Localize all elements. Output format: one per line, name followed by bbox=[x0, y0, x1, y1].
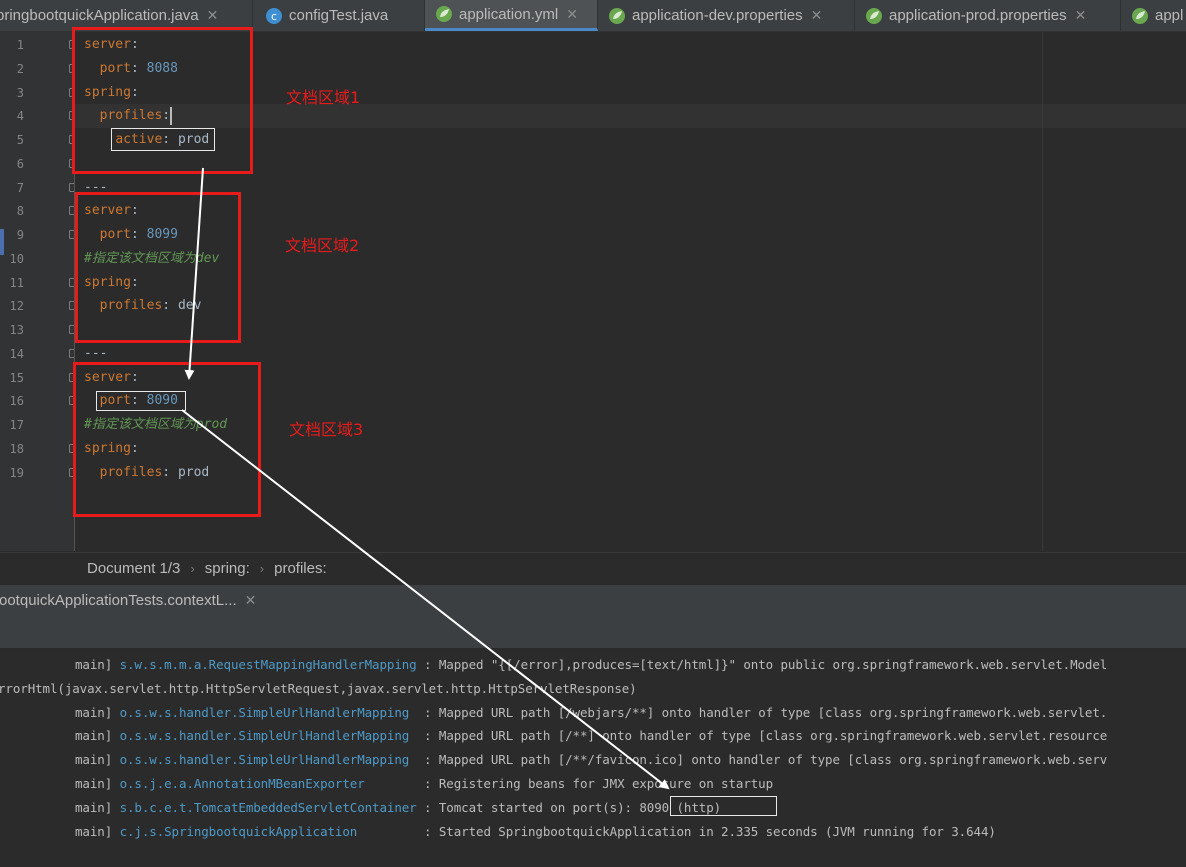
console-logger: o.s.w.s.handler.SimpleUrlHandlerMapping bbox=[119, 728, 410, 744]
right-margin-guide bbox=[1042, 32, 1043, 551]
console-logger: o.s.j.e.a.AnnotationMBeanExporter bbox=[119, 776, 365, 791]
breadcrumb-profiles[interactable]: profiles: bbox=[274, 560, 327, 577]
console-thread: main] bbox=[75, 704, 113, 720]
tab-application-yml[interactable]: application.yml ✕ bbox=[425, 0, 598, 31]
line-number: 15 bbox=[9, 370, 24, 385]
console-line: main] o.s.j.e.a.AnnotationMBeanExporter … bbox=[75, 772, 773, 796]
line-number: 3 bbox=[16, 85, 24, 100]
spring-leaf-icon bbox=[865, 7, 883, 25]
line-number: 7 bbox=[16, 180, 24, 195]
line-number: 18 bbox=[9, 441, 24, 456]
line-number: 12 bbox=[9, 299, 24, 314]
console-thread: main] bbox=[75, 752, 113, 768]
region-box-2 bbox=[75, 192, 241, 343]
close-icon[interactable]: ✕ bbox=[811, 7, 823, 24]
console-logger: o.s.w.s.handler.SimpleUrlHandlerMapping bbox=[119, 704, 410, 720]
tab-label: appl bbox=[1155, 7, 1184, 24]
console-logger: s.w.s.m.m.a.RequestMappingHandlerMapping bbox=[119, 657, 417, 672]
line-number: 19 bbox=[9, 465, 24, 480]
console-message: : Mapped URL path [/webjars/**] onto han… bbox=[409, 704, 1108, 720]
console-text: rrorHtml(javax.servlet.http.HttpServletR… bbox=[0, 680, 637, 696]
chevron-right-icon: › bbox=[259, 561, 265, 576]
java-class-icon: c bbox=[265, 7, 283, 25]
console-logger: c.j.s.SpringbootquickApplication bbox=[119, 823, 358, 839]
line-number: 16 bbox=[9, 394, 24, 409]
console-message: : Mapped URL path [/**] onto handler of … bbox=[409, 728, 1108, 744]
line-number: 4 bbox=[16, 109, 24, 124]
close-icon[interactable]: ✕ bbox=[207, 7, 219, 24]
close-icon[interactable]: ✕ bbox=[1075, 7, 1087, 24]
console-line: main] s.w.s.m.m.a.RequestMappingHandlerM… bbox=[75, 653, 1107, 677]
console-logger: s.b.c.e.t.TomcatEmbeddedServletContainer bbox=[119, 799, 417, 815]
close-icon[interactable]: ✕ bbox=[566, 6, 578, 23]
region-box-1 bbox=[72, 27, 253, 174]
console-line: main] o.s.w.s.handler.SimpleUrlHandlerMa… bbox=[75, 724, 1107, 748]
console-thread: main] bbox=[75, 657, 113, 672]
line-number: 9 bbox=[16, 228, 24, 242]
console-thread: main] bbox=[75, 823, 113, 839]
tab-application-overflow[interactable]: appl bbox=[1121, 0, 1186, 31]
region-box-3 bbox=[73, 362, 261, 517]
line-number: 10 bbox=[9, 251, 24, 266]
spring-leaf-icon bbox=[1131, 7, 1149, 25]
console-message: : Started SpringbootquickApplication in … bbox=[357, 823, 996, 839]
tab-configtest-java[interactable]: c configTest.java bbox=[255, 0, 425, 31]
line-number: 11 bbox=[9, 275, 24, 290]
console-thread: main] bbox=[75, 799, 113, 815]
line-number: 13 bbox=[9, 323, 24, 337]
console-message: : Mapped "{[/error],produces=[text/html]… bbox=[416, 657, 1108, 672]
console-line: main] s.b.c.e.t.TomcatEmbeddedServletCon… bbox=[75, 796, 721, 820]
line-number: 14 bbox=[9, 346, 24, 361]
document-separator: --- bbox=[84, 345, 108, 361]
tab-label: pringbootquickApplication.java bbox=[0, 7, 199, 24]
console-thread: main] bbox=[75, 776, 113, 791]
spring-leaf-icon bbox=[608, 7, 626, 25]
console-message: : Registering beans for JMX exposure on … bbox=[364, 776, 774, 791]
run-toolbar bbox=[0, 614, 1186, 649]
breadcrumb-spring[interactable]: spring: bbox=[205, 560, 250, 577]
tab-application-prod-properties[interactable]: application-prod.properties ✕ bbox=[855, 0, 1121, 31]
console-line: main] c.j.s.SpringbootquickApplication :… bbox=[75, 820, 996, 844]
annotation-region-2: 文档区域2 bbox=[285, 236, 360, 255]
console-line: main] o.s.w.s.handler.SimpleUrlHandlerMa… bbox=[75, 701, 1107, 725]
console-line: main] o.s.w.s.handler.SimpleUrlHandlerMa… bbox=[75, 748, 1107, 772]
line-number: 5 bbox=[16, 133, 24, 147]
close-icon[interactable]: ✕ bbox=[245, 592, 257, 609]
tab-label: application-prod.properties bbox=[889, 7, 1067, 24]
svg-text:c: c bbox=[271, 10, 277, 23]
annotation-region-1: 文档区域1 bbox=[286, 88, 361, 107]
tab-label: configTest.java bbox=[289, 7, 389, 24]
line-number: 17 bbox=[9, 418, 24, 432]
breadcrumb: Document 1/3 › spring: › profiles: bbox=[0, 552, 1186, 584]
chevron-right-icon: › bbox=[190, 561, 195, 576]
console-logger: o.s.w.s.handler.SimpleUrlHandlerMapping bbox=[119, 752, 410, 768]
tab-application-dev-properties[interactable]: application-dev.properties ✕ bbox=[598, 0, 855, 31]
annotation-region-3: 文档区域3 bbox=[289, 420, 364, 439]
console-message: : Mapped URL path [/**/favicon.ico] onto… bbox=[409, 752, 1108, 768]
spring-leaf-icon bbox=[435, 5, 453, 23]
console-line: rrorHtml(javax.servlet.http.HttpServletR… bbox=[0, 677, 637, 701]
run-tab-label[interactable]: ootquickApplicationTests.contextL... bbox=[0, 592, 237, 609]
line-number: 2 bbox=[16, 61, 24, 76]
tab-label: application.yml bbox=[459, 5, 559, 23]
console-output: main] s.w.s.m.m.a.RequestMappingHandlerM… bbox=[0, 649, 1186, 867]
line-number: 1 bbox=[16, 38, 24, 52]
highlight-tomcat-port bbox=[670, 796, 777, 816]
tab-label: application-dev.properties bbox=[632, 7, 803, 24]
breadcrumb-document[interactable]: Document 1/3 bbox=[87, 560, 180, 577]
run-tab-bar: ootquickApplicationTests.contextL... ✕ bbox=[0, 584, 1186, 615]
line-number: 6 bbox=[16, 156, 24, 171]
line-number: 8 bbox=[16, 204, 24, 219]
console-thread: main] bbox=[75, 728, 113, 744]
